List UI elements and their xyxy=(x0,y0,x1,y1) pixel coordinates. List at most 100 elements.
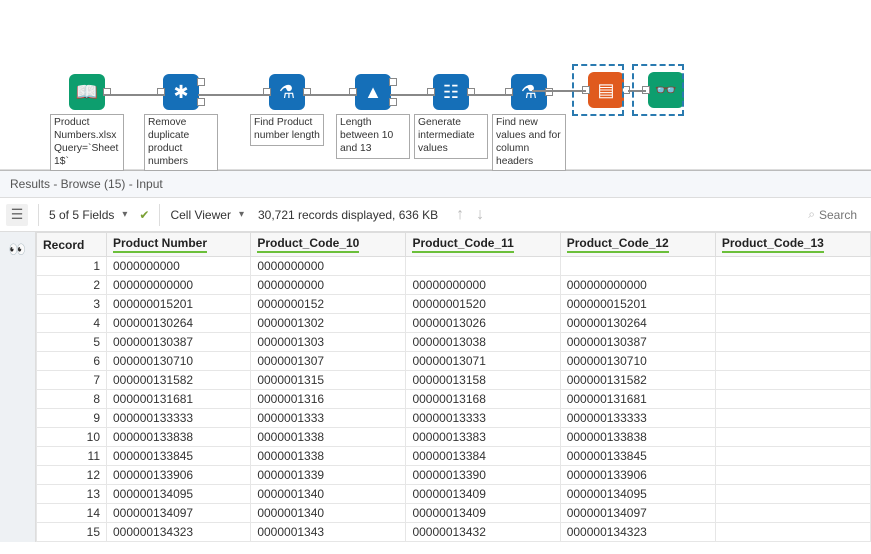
data-cell[interactable] xyxy=(715,333,870,352)
data-cell[interactable]: 0000000000 xyxy=(251,276,406,295)
data-cell[interactable]: 00000013409 xyxy=(406,485,560,504)
data-cell[interactable]: 0000001333 xyxy=(251,409,406,428)
table-row[interactable]: 6000000130710000000130700000013071000000… xyxy=(37,352,871,371)
table-row[interactable]: 9000000133333000000133300000013333000000… xyxy=(37,409,871,428)
data-cell[interactable]: 000000133333 xyxy=(560,409,715,428)
data-cell[interactable] xyxy=(715,447,870,466)
data-cell[interactable]: 000000134323 xyxy=(107,523,251,542)
data-cell[interactable]: 000000133845 xyxy=(560,447,715,466)
data-cell[interactable]: 000000130710 xyxy=(107,352,251,371)
chevron-down-icon[interactable]: ▾ xyxy=(122,209,127,220)
data-cell[interactable]: 000000131681 xyxy=(107,390,251,409)
data-cell[interactable]: 000000134095 xyxy=(560,485,715,504)
data-cell[interactable]: 000000133906 xyxy=(560,466,715,485)
data-cell[interactable] xyxy=(715,504,870,523)
record-cell[interactable]: 14 xyxy=(37,504,107,523)
data-cell[interactable]: 0000000000 xyxy=(107,257,251,276)
record-cell[interactable]: 3 xyxy=(37,295,107,314)
arrow-up-icon[interactable]: ↑ xyxy=(456,206,464,224)
record-cell[interactable]: 8 xyxy=(37,390,107,409)
data-cell[interactable]: 00000000000 xyxy=(406,276,560,295)
data-cell[interactable] xyxy=(406,257,560,276)
data-cell[interactable]: 00000013409 xyxy=(406,504,560,523)
data-cell[interactable]: 0000000000 xyxy=(251,257,406,276)
chevron-down-icon[interactable]: ▾ xyxy=(239,209,244,220)
binoculars-icon[interactable]: 👀 xyxy=(7,238,29,260)
data-cell[interactable]: 0000001316 xyxy=(251,390,406,409)
layout-toggle-icon[interactable]: ☰ xyxy=(6,204,28,226)
data-cell[interactable]: 0000001307 xyxy=(251,352,406,371)
data-cell[interactable]: 00000013168 xyxy=(406,390,560,409)
search-input[interactable] xyxy=(819,208,859,222)
record-cell[interactable]: 9 xyxy=(37,409,107,428)
data-cell[interactable]: 000000133906 xyxy=(107,466,251,485)
record-cell[interactable]: 6 xyxy=(37,352,107,371)
data-cell[interactable] xyxy=(715,390,870,409)
data-cell[interactable] xyxy=(715,428,870,447)
data-cell[interactable]: 0000001339 xyxy=(251,466,406,485)
data-cell[interactable]: 00000013071 xyxy=(406,352,560,371)
table-row[interactable]: 1400000013409700000013400000001340900000… xyxy=(37,504,871,523)
data-cell[interactable]: 000000134323 xyxy=(560,523,715,542)
data-cell[interactable]: 000000133838 xyxy=(560,428,715,447)
record-cell[interactable]: 5 xyxy=(37,333,107,352)
data-cell[interactable] xyxy=(715,485,870,504)
data-cell[interactable] xyxy=(715,466,870,485)
data-cell[interactable]: 0000001338 xyxy=(251,447,406,466)
record-cell[interactable]: 1 xyxy=(37,257,107,276)
record-cell[interactable]: 12 xyxy=(37,466,107,485)
data-cell[interactable]: 000000134095 xyxy=(107,485,251,504)
data-cell[interactable] xyxy=(715,409,870,428)
column-header[interactable]: Product_Code_11 xyxy=(406,233,560,257)
fields-count[interactable]: 5 of 5 Fields xyxy=(49,208,114,222)
table-row[interactable]: 4000000130264000000130200000013026000000… xyxy=(37,314,871,333)
data-cell[interactable]: 000000134097 xyxy=(107,504,251,523)
data-cell[interactable]: 00000013038 xyxy=(406,333,560,352)
workflow-node[interactable]: ☷Generate intermediate values xyxy=(414,74,488,159)
data-cell[interactable] xyxy=(715,371,870,390)
workflow-node[interactable]: ⚗Find new values and for column headers xyxy=(492,74,566,171)
record-cell[interactable]: 2 xyxy=(37,276,107,295)
data-cell[interactable]: 000000130264 xyxy=(107,314,251,333)
data-cell[interactable] xyxy=(715,276,870,295)
data-cell[interactable]: 00000013026 xyxy=(406,314,560,333)
data-cell[interactable]: 000000131582 xyxy=(107,371,251,390)
data-cell[interactable]: 000000000000 xyxy=(560,276,715,295)
data-cell[interactable] xyxy=(715,257,870,276)
data-cell[interactable]: 000000131582 xyxy=(560,371,715,390)
arrow-down-icon[interactable]: ↓ xyxy=(476,206,484,224)
data-cell[interactable]: 000000015201 xyxy=(560,295,715,314)
data-cell[interactable]: 000000015201 xyxy=(107,295,251,314)
data-cell[interactable] xyxy=(715,523,870,542)
table-row[interactable]: 7000000131582000000131500000013158000000… xyxy=(37,371,871,390)
record-cell[interactable]: 15 xyxy=(37,523,107,542)
data-cell[interactable]: 0000001343 xyxy=(251,523,406,542)
data-cell[interactable]: 000000130710 xyxy=(560,352,715,371)
anchor-out[interactable] xyxy=(389,98,397,106)
data-cell[interactable] xyxy=(715,314,870,333)
data-cell[interactable]: 000000133845 xyxy=(107,447,251,466)
anchor-out[interactable] xyxy=(197,78,205,86)
table-row[interactable]: 100000000000000000000 xyxy=(37,257,871,276)
workflow-node[interactable]: ▲Length between 10 and 13 xyxy=(336,74,410,159)
data-cell[interactable]: 000000000000 xyxy=(107,276,251,295)
data-cell[interactable]: 00000013390 xyxy=(406,466,560,485)
column-header[interactable]: Product Number xyxy=(107,233,251,257)
record-cell[interactable]: 13 xyxy=(37,485,107,504)
table-row[interactable]: 3000000015201000000015200000001520000000… xyxy=(37,295,871,314)
table-row[interactable]: 1000000013383800000013380000001338300000… xyxy=(37,428,871,447)
column-header[interactable]: Record xyxy=(37,233,107,257)
column-header[interactable]: Product_Code_12 xyxy=(560,233,715,257)
data-cell[interactable]: 00000013384 xyxy=(406,447,560,466)
data-cell[interactable]: 00000013158 xyxy=(406,371,560,390)
data-grid[interactable]: RecordProduct NumberProduct_Code_10Produ… xyxy=(36,232,871,542)
data-cell[interactable]: 00000013383 xyxy=(406,428,560,447)
table-row[interactable]: 1300000013409500000013400000001340900000… xyxy=(37,485,871,504)
data-cell[interactable]: 0000001340 xyxy=(251,485,406,504)
data-cell[interactable]: 0000001302 xyxy=(251,314,406,333)
data-cell[interactable] xyxy=(715,295,870,314)
record-cell[interactable]: 10 xyxy=(37,428,107,447)
data-cell[interactable]: 00000001520 xyxy=(406,295,560,314)
workflow-node[interactable]: ✱Remove duplicate product numbers xyxy=(144,74,218,171)
data-cell[interactable]: 000000130387 xyxy=(560,333,715,352)
